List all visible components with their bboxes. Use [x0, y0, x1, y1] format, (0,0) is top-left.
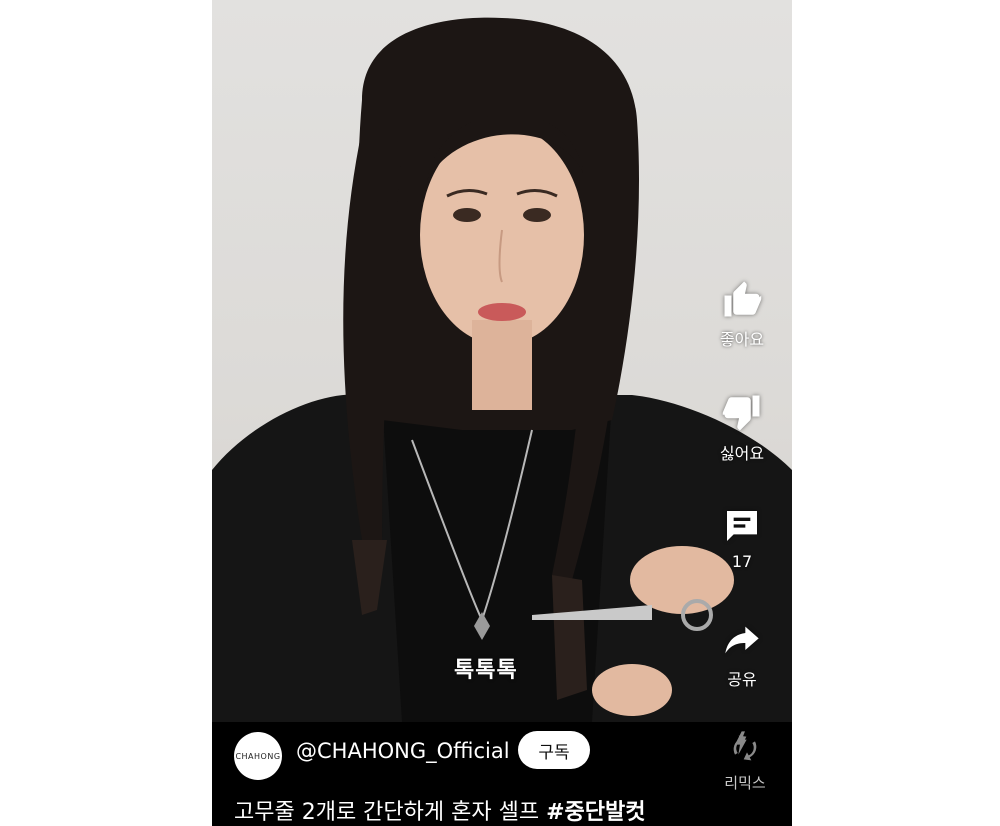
- like-label: 좋아요: [719, 330, 765, 349]
- shorts-player[interactable]: 톡톡톡 좋아요 싫어요 17 공유 CHAHONG @CHAHONG_Offic…: [212, 0, 792, 826]
- dislike-label: 싫어요: [719, 444, 765, 463]
- remix-button[interactable]: 리믹스: [710, 728, 780, 793]
- comment-icon: [727, 511, 757, 541]
- video-title-text: 고무줄 2개로 간단하게 혼자 셀프: [234, 800, 540, 825]
- channel-handle[interactable]: @CHAHONG_Official: [296, 739, 510, 763]
- comments-button[interactable]: 17: [692, 506, 792, 571]
- remix-icon: [733, 731, 757, 761]
- thumbs-down-icon: [722, 395, 760, 431]
- video-title[interactable]: 고무줄 2개로 간단하게 혼자 셀프 #중단발컷: [234, 794, 646, 826]
- share-label: 공유: [727, 670, 757, 689]
- comments-count: 17: [731, 552, 753, 571]
- thumbs-up-icon: [724, 281, 762, 317]
- video-title-hashtag[interactable]: #중단발컷: [546, 800, 645, 825]
- video-frame[interactable]: 톡톡톡 좋아요 싫어요 17 공유: [212, 0, 792, 722]
- remix-label: 리믹스: [724, 774, 766, 792]
- channel-avatar[interactable]: CHAHONG: [234, 732, 282, 780]
- video-scene-illustration: [212, 17, 792, 722]
- share-icon: [725, 626, 759, 654]
- subscribe-button[interactable]: 구독: [518, 731, 590, 769]
- like-button[interactable]: 좋아요: [692, 278, 792, 350]
- metadata-panel: CHAHONG @CHAHONG_Official 구독 리믹스 고무줄 2개로…: [212, 722, 792, 826]
- share-button[interactable]: 공유: [692, 620, 792, 690]
- dislike-button[interactable]: 싫어요: [692, 392, 792, 464]
- video-caption-overlay: 톡톡톡: [454, 658, 518, 683]
